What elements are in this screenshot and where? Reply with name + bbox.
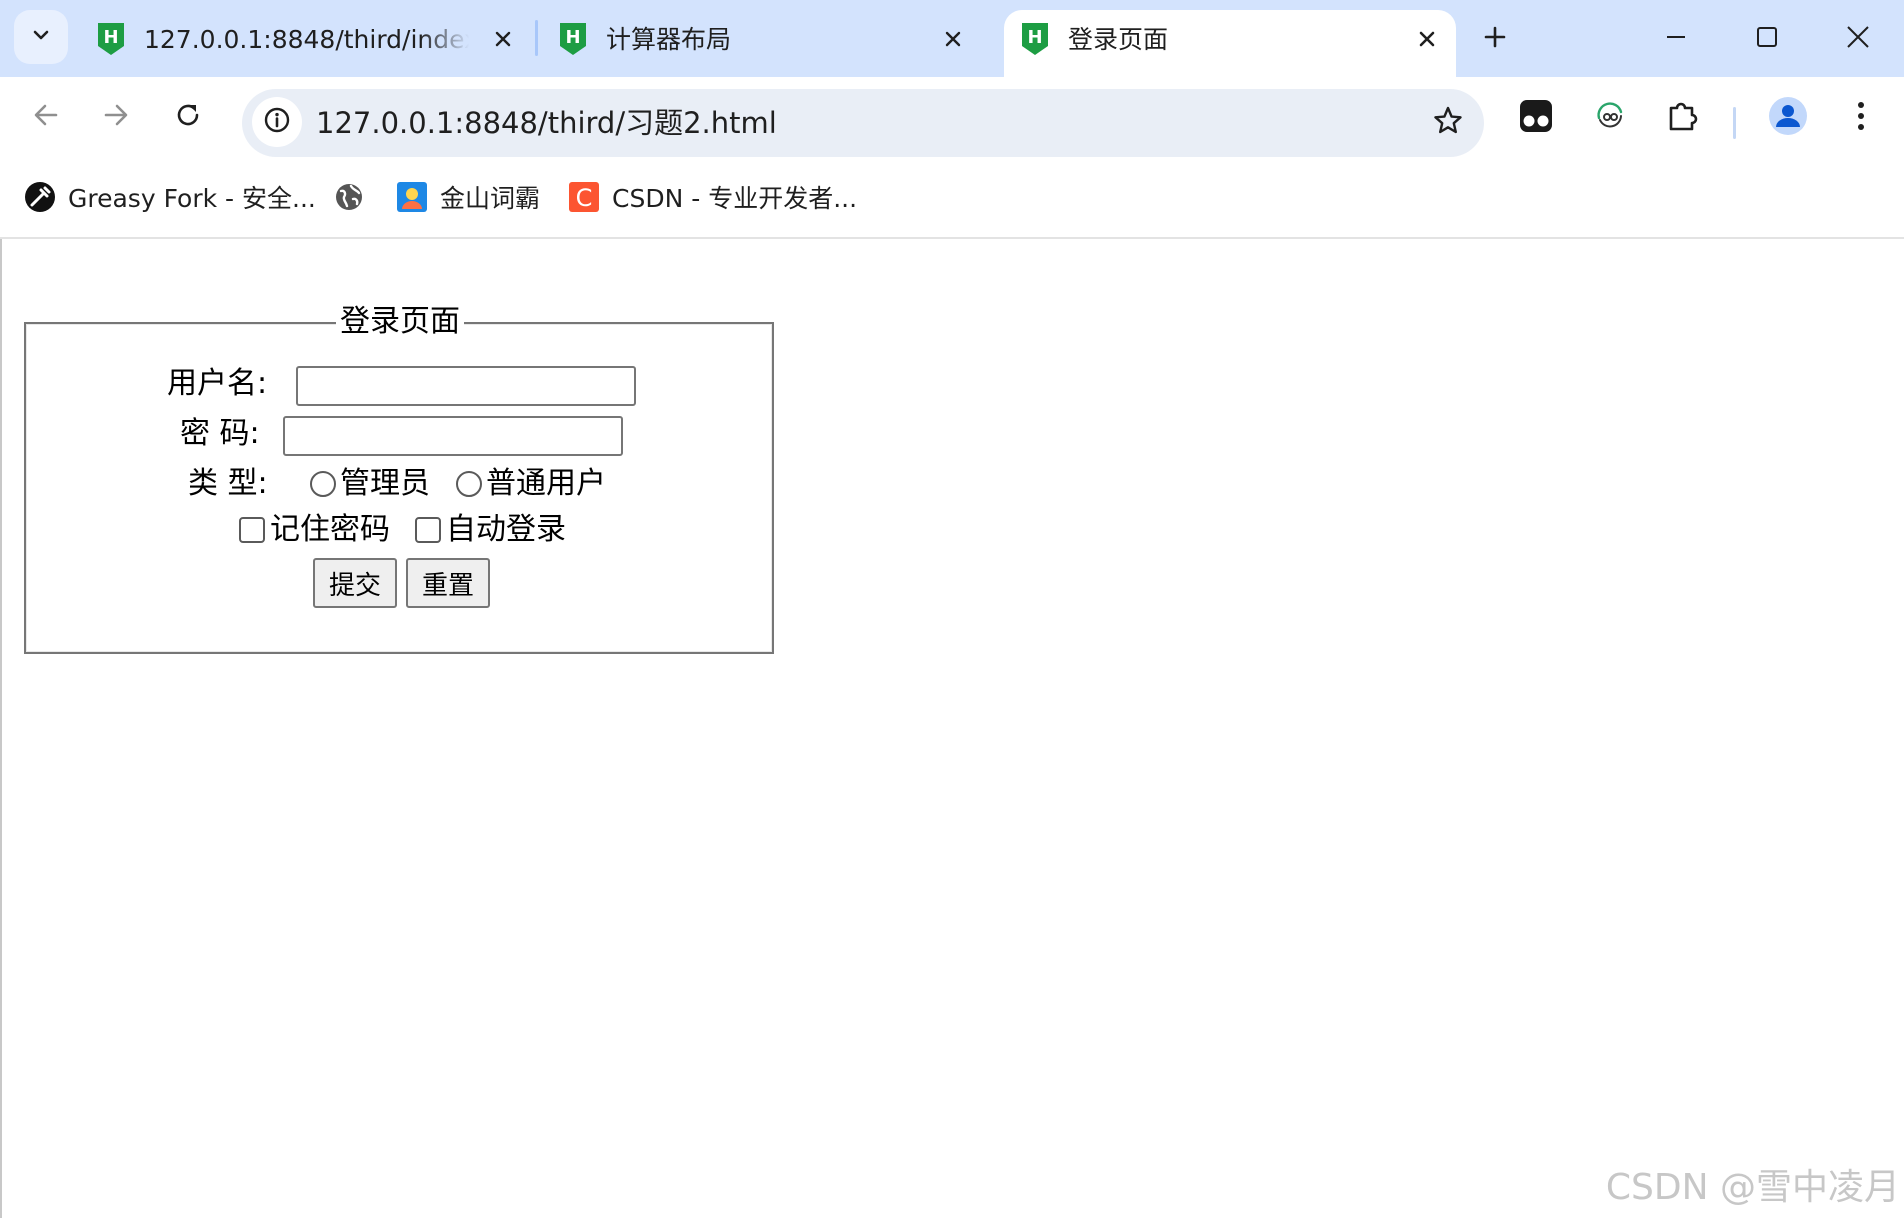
minimize-icon [1665,26,1687,52]
bookmark-greasyfork[interactable]: Greasy Fork - 安全... [24,179,316,215]
bookmark-globe[interactable] [333,179,377,215]
extension-icon [1594,100,1626,136]
chevron-down-icon [30,24,52,50]
reset-button[interactable]: 重置 [406,558,490,608]
tab-separator [535,20,538,56]
bookmark-label: CSDN - 专业开发者... [612,184,858,213]
maximize-icon [1756,26,1778,52]
extensions-button[interactable] [1658,93,1708,143]
auto-login-label: 自动登录 [446,512,566,547]
star-icon [1432,105,1464,141]
extension-tampermonkey[interactable] [1511,93,1561,143]
svg-text:H: H [565,27,580,48]
close-icon[interactable] [938,24,968,54]
globe-icon [333,181,365,213]
toolbar-divider [1733,107,1736,139]
more-vertical-icon [1856,100,1866,136]
tab-title: 计算器布局 [606,25,732,54]
svg-text:C: C [576,184,593,212]
profile-button[interactable] [1763,93,1813,143]
back-button[interactable] [20,91,72,143]
radio-user[interactable] [456,471,482,497]
radio-admin[interactable] [310,471,336,497]
tab-strip: H 127.0.0.1:8848/third/index.h H 计算器布局 H… [0,0,1904,77]
menu-button[interactable] [1836,93,1886,143]
svg-text:H: H [103,27,118,48]
url-text[interactable]: 127.0.0.1:8848/third/习题2.html [316,103,777,143]
hbuilder-icon: H [96,22,126,56]
extension-translate[interactable] [1585,93,1635,143]
login-fieldset: 登录页面 用户名: 密 码: 类 型: 管理员 普通用户 记住密码 自动登录 提… [24,302,774,654]
forward-button[interactable] [90,91,142,143]
password-label: 密 码: [180,416,260,451]
bookmark-label: 金山词霸 [440,184,541,213]
fieldset-legend: 登录页面 [336,302,464,342]
tab-index[interactable]: H 127.0.0.1:8848/third/index.h [80,10,532,77]
password-input[interactable] [283,416,623,456]
radio-user-label: 普通用户 [486,466,606,501]
hbuilder-icon: H [1020,22,1050,56]
svg-text:H: H [1027,27,1042,48]
submit-button[interactable]: 提交 [313,558,397,608]
tab-login[interactable]: H 登录页面 [1004,10,1456,77]
close-icon[interactable] [1412,24,1442,54]
bookmark-label: Greasy Fork - 安全... [68,184,316,213]
puzzle-icon [1666,99,1700,137]
bookmark-iciba[interactable]: 金山词霸 [396,179,540,215]
tab-title: 登录页面 [1068,25,1169,54]
hbuilder-icon: H [558,22,588,56]
bookmark-star-button[interactable] [1426,101,1470,145]
username-input[interactable] [296,366,636,406]
address-bar[interactable]: 127.0.0.1:8848/third/习题2.html [242,89,1484,157]
arrow-left-icon [31,100,61,134]
maximize-button[interactable] [1737,14,1797,64]
watermark: CSDN @雪中凌月 [1605,1167,1900,1208]
avatar-icon [1768,96,1808,140]
new-tab-button[interactable] [1474,18,1516,60]
username-label: 用户名: [167,366,268,401]
close-icon [1846,25,1870,53]
browser-toolbar: 127.0.0.1:8848/third/习题2.html [0,77,1904,161]
tab-title: 127.0.0.1:8848/third/index.h [144,25,469,54]
auto-login-checkbox[interactable] [415,517,441,543]
minimize-button[interactable] [1646,14,1706,64]
radio-admin-label: 管理员 [340,466,430,501]
reload-button[interactable] [162,91,214,143]
plus-icon [1483,25,1507,53]
remember-password-label: 记住密码 [270,512,390,547]
window-close-button[interactable] [1828,14,1888,64]
tab-calculator[interactable]: H 计算器布局 [542,10,982,77]
reload-icon [173,100,203,134]
info-icon [263,106,291,138]
page-viewport: 登录页面 用户名: 密 码: 类 型: 管理员 普通用户 记住密码 自动登录 提… [0,239,1904,1218]
remember-password-checkbox[interactable] [239,517,265,543]
iciba-icon [396,181,428,213]
close-icon[interactable] [488,24,518,54]
arrow-right-icon [101,100,131,134]
site-info-button[interactable] [252,97,302,147]
bookmarks-bar: Greasy Fork - 安全... 金山词霸 C CSDN - 专业开发者.… [0,161,1904,239]
csdn-icon: C [568,181,600,213]
greasyfork-icon [24,181,56,213]
bookmark-csdn[interactable]: C CSDN - 专业开发者... [568,179,857,215]
tampermonkey-icon [1519,99,1553,137]
tab-search-button[interactable] [14,10,68,64]
type-label: 类 型: [188,466,268,501]
